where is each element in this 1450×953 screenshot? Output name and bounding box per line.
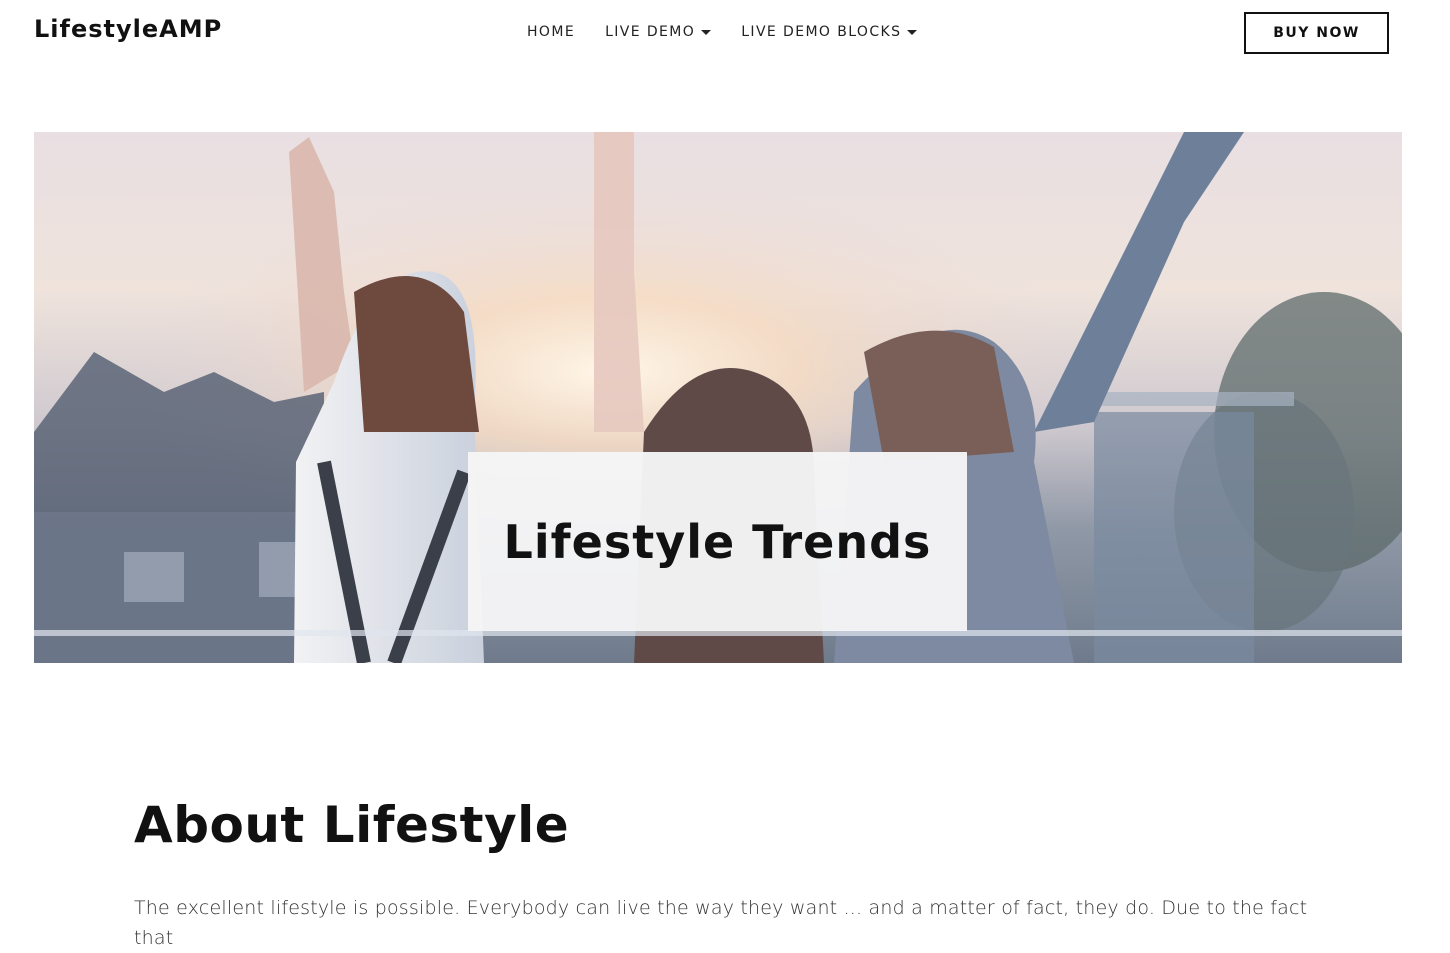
site-header: LifestyleAMP HOME LIVE DEMO LIVE DEMO BL… <box>0 0 1450 64</box>
buy-now-button[interactable]: BUY NOW <box>1244 12 1389 54</box>
nav-item-home[interactable]: HOME <box>527 24 575 40</box>
caret-down-icon <box>701 29 712 35</box>
about-paragraph: The excellent lifestyle is possible. Eve… <box>134 897 1308 949</box>
nav-item-label: LIVE DEMO BLOCKS <box>741 24 902 40</box>
main-nav: HOME LIVE DEMO LIVE DEMO BLOCKS <box>527 22 918 42</box>
nav-item-label: LIVE DEMO <box>605 24 696 40</box>
hero-title-card: Lifestyle Trends <box>468 452 967 631</box>
nav-item-label: HOME <box>527 24 576 40</box>
about-heading: About Lifestyle <box>134 796 570 854</box>
nav-item-live-demo-blocks[interactable]: LIVE DEMO BLOCKS <box>741 24 918 40</box>
caret-down-icon <box>907 29 918 35</box>
hero-title: Lifestyle Trends <box>503 514 932 569</box>
site-logo[interactable]: LifestyleAMP <box>34 15 222 43</box>
nav-item-live-demo[interactable]: LIVE DEMO <box>605 24 712 40</box>
hero-banner: Lifestyle Trends <box>34 132 1402 663</box>
